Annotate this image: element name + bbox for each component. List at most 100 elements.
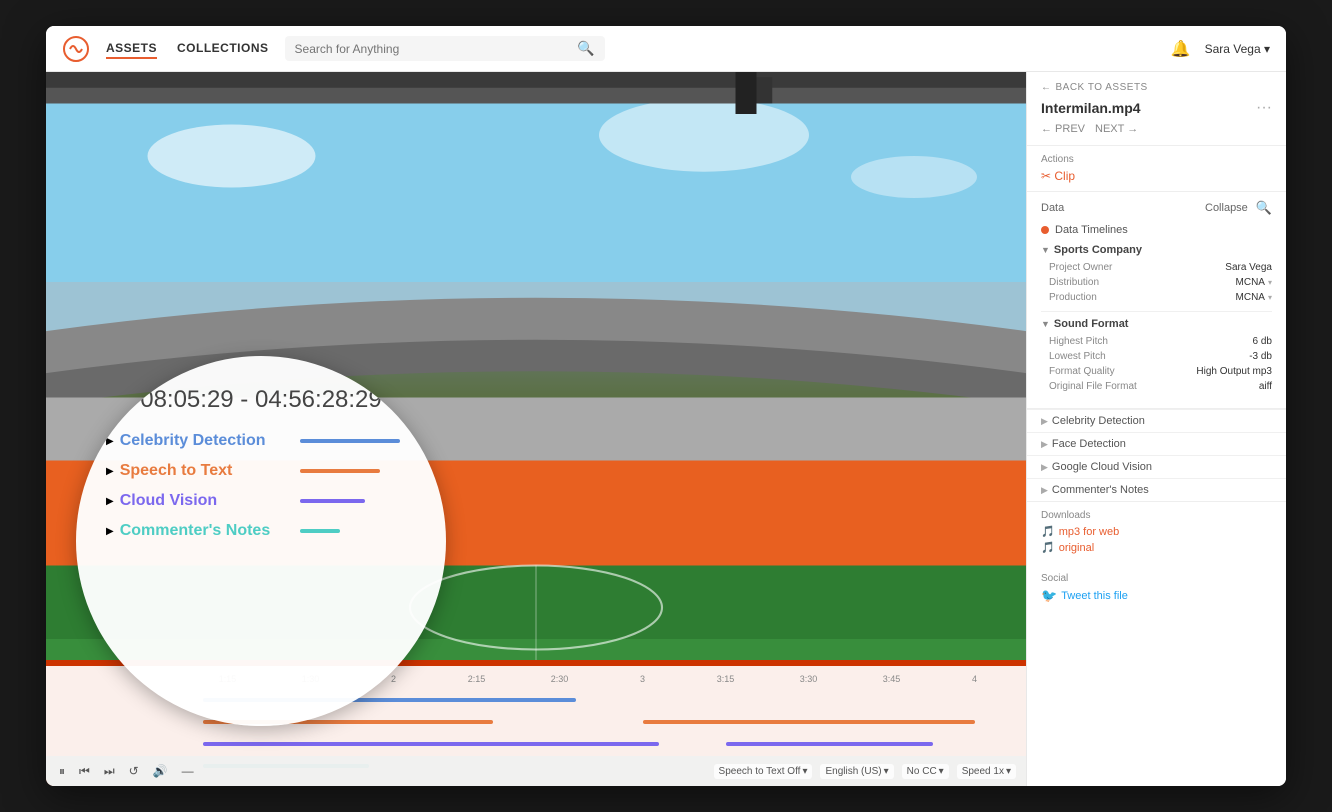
prev-next-nav: ← PREV NEXT → [1041, 123, 1272, 135]
distribution-row: Distribution MCNA ▾ [1041, 277, 1272, 288]
user-menu[interactable]: Sara Vega ▾ [1205, 42, 1270, 56]
celebrity-detection-item[interactable]: ▶ Celebrity Detection [1027, 409, 1286, 432]
google-cloud-vision-item[interactable]: ▶ Google Cloud Vision [1027, 455, 1286, 478]
data-timelines-dot [1041, 226, 1049, 234]
track-arrow-speech[interactable]: ▶ [106, 466, 114, 477]
original-file-format-value: aiff [1259, 381, 1272, 392]
speed-dropdown[interactable]: Speed 1x ▾ [957, 764, 1016, 779]
social-label: Social [1041, 573, 1272, 584]
project-owner-value: Sara Vega [1225, 262, 1272, 273]
time-marker-7: 3:30 [767, 674, 850, 684]
track-arrow-cloud[interactable]: ▶ [106, 496, 114, 507]
track-bar-cloud [203, 742, 660, 746]
face-arrow: ▶ [1041, 439, 1048, 450]
twitter-icon: 🐦 [1041, 588, 1057, 604]
search-icon[interactable]: 🔍 [577, 40, 594, 57]
production-label: Production [1049, 292, 1097, 303]
zoom-track-label-speech[interactable]: Speech to Text [120, 462, 300, 480]
download-mp3-icon: 🎵 [1041, 525, 1055, 538]
time-marker-6: 3:15 [684, 674, 767, 684]
nav-assets[interactable]: ASSETS [106, 39, 157, 59]
data-search-icon[interactable]: 🔍 [1256, 200, 1272, 216]
next-button[interactable]: NEXT → [1095, 123, 1138, 135]
zoom-track-label-celebrity[interactable]: Celebrity Detection [120, 432, 300, 450]
logo [62, 35, 90, 63]
bell-icon[interactable]: 🔔 [1171, 39, 1191, 59]
data-section: Data Collapse 🔍 Data Timelines ▼ Sports … [1027, 192, 1286, 409]
time-marker-9: 4 [933, 674, 1016, 684]
more-options-button[interactable]: ··· [1256, 99, 1272, 117]
zoom-bar-area-celebrity [300, 438, 416, 444]
commenters-arrow: ▶ [1041, 485, 1048, 496]
cc-dropdown[interactable]: No CC ▾ [902, 764, 949, 779]
track-bar-area-cloud [186, 741, 1016, 747]
zoom-track-comments: ▶ Commenter's Notes [106, 522, 416, 540]
zoom-track-label-cloud[interactable]: Cloud Vision [120, 492, 300, 510]
time-marker-4: 2:30 [518, 674, 601, 684]
time-marker-8: 3:45 [850, 674, 933, 684]
nav-collections[interactable]: COLLECTIONS [177, 39, 269, 59]
play-pause-button[interactable]: ⏸ [56, 762, 68, 781]
rewind-button[interactable]: ⏮ [76, 762, 93, 781]
zoom-bar-speech [300, 469, 380, 473]
forward-button[interactable]: ⏭ [101, 762, 118, 781]
format-quality-row: Format Quality High Output mp3 [1041, 366, 1272, 377]
prev-button[interactable]: ← PREV [1041, 123, 1085, 135]
clip-button[interactable]: ✂ Clip [1041, 169, 1272, 183]
file-name: Intermilan.mp4 [1041, 100, 1141, 116]
sound-format-arrow: ▼ [1041, 319, 1050, 329]
track-row-cloud [56, 734, 1016, 754]
track-arrow-celebrity[interactable]: ▶ [106, 436, 114, 447]
data-timelines-label: Data Timelines [1055, 224, 1128, 236]
sports-company-arrow: ▼ [1041, 245, 1050, 255]
nav-links: ASSETS COLLECTIONS [106, 39, 269, 59]
collapse-button[interactable]: Collapse [1205, 202, 1248, 214]
right-panel: ← BACK TO ASSETS Intermilan.mp4 ··· ← PR… [1026, 72, 1286, 786]
distribution-value[interactable]: MCNA ▾ [1236, 277, 1272, 288]
data-header: Data Collapse 🔍 [1041, 200, 1272, 216]
mute-button[interactable]: — [179, 762, 197, 780]
celebrity-arrow: ▶ [1041, 416, 1048, 427]
speech-to-text-dropdown[interactable]: Speech to Text Off ▾ [714, 764, 813, 779]
format-quality-value: High Output mp3 [1196, 366, 1272, 377]
section-divider-1 [1041, 311, 1272, 312]
lowest-pitch-row: Lowest Pitch -3 db [1041, 351, 1272, 362]
tweet-link[interactable]: 🐦 Tweet this file [1041, 588, 1272, 604]
face-detection-item[interactable]: ▶ Face Detection [1027, 432, 1286, 455]
sports-company-title[interactable]: ▼ Sports Company [1041, 244, 1272, 256]
production-arrow: ▾ [1268, 293, 1272, 302]
highest-pitch-value: 6 db [1253, 336, 1272, 347]
zoom-bar-celebrity [300, 439, 400, 443]
timeline-controls: ⏸ ⏮ ⏭ ↺ 🔊 — Speech to Text Off ▾ English… [46, 756, 1026, 786]
commenters-notes-item[interactable]: ▶ Commenter's Notes [1027, 478, 1286, 501]
back-to-assets-link[interactable]: ← BACK TO ASSETS [1041, 82, 1272, 93]
zoom-track-label-comments[interactable]: Commenter's Notes [120, 522, 300, 540]
lowest-pitch-value: -3 db [1249, 351, 1272, 362]
project-owner-label: Project Owner [1049, 262, 1112, 273]
search-input[interactable] [295, 42, 578, 56]
zoom-bar-area-comments [300, 528, 416, 534]
download-original-link[interactable]: 🎵 original [1041, 541, 1272, 554]
loop-button[interactable]: ↺ [126, 762, 142, 780]
zoom-bar-cloud [300, 499, 365, 503]
zoom-circle: 08:05:29 - 04:56:28:29 ▶ Celebrity Detec… [76, 356, 446, 726]
time-marker-5: 3 [601, 674, 684, 684]
track-bar-cloud-2 [726, 742, 934, 746]
highest-pitch-label: Highest Pitch [1049, 336, 1108, 347]
video-area: 08:05:29 - 04:56:28:29 ▶ Celebrity Detec… [46, 72, 1026, 786]
original-file-format-label: Original File Format [1049, 381, 1137, 392]
actions-label: Actions [1041, 154, 1272, 165]
language-dropdown[interactable]: English (US) ▾ [820, 764, 893, 779]
download-mp3-link[interactable]: 🎵 mp3 for web [1041, 525, 1272, 538]
track-arrow-comments[interactable]: ▶ [106, 526, 114, 537]
production-value[interactable]: MCNA ▾ [1236, 292, 1272, 303]
sound-format-title[interactable]: ▼ Sound Format [1041, 318, 1272, 330]
social-section: Social 🐦 Tweet this file [1027, 565, 1286, 612]
download-original-icon: 🎵 [1041, 541, 1055, 554]
lowest-pitch-label: Lowest Pitch [1049, 351, 1106, 362]
project-owner-row: Project Owner Sara Vega [1041, 262, 1272, 273]
panel-header: ← BACK TO ASSETS Intermilan.mp4 ··· ← PR… [1027, 72, 1286, 146]
volume-button[interactable]: 🔊 [150, 762, 171, 780]
zoom-track-celebrity: ▶ Celebrity Detection [106, 432, 416, 450]
zoom-track-cloud: ▶ Cloud Vision [106, 492, 416, 510]
